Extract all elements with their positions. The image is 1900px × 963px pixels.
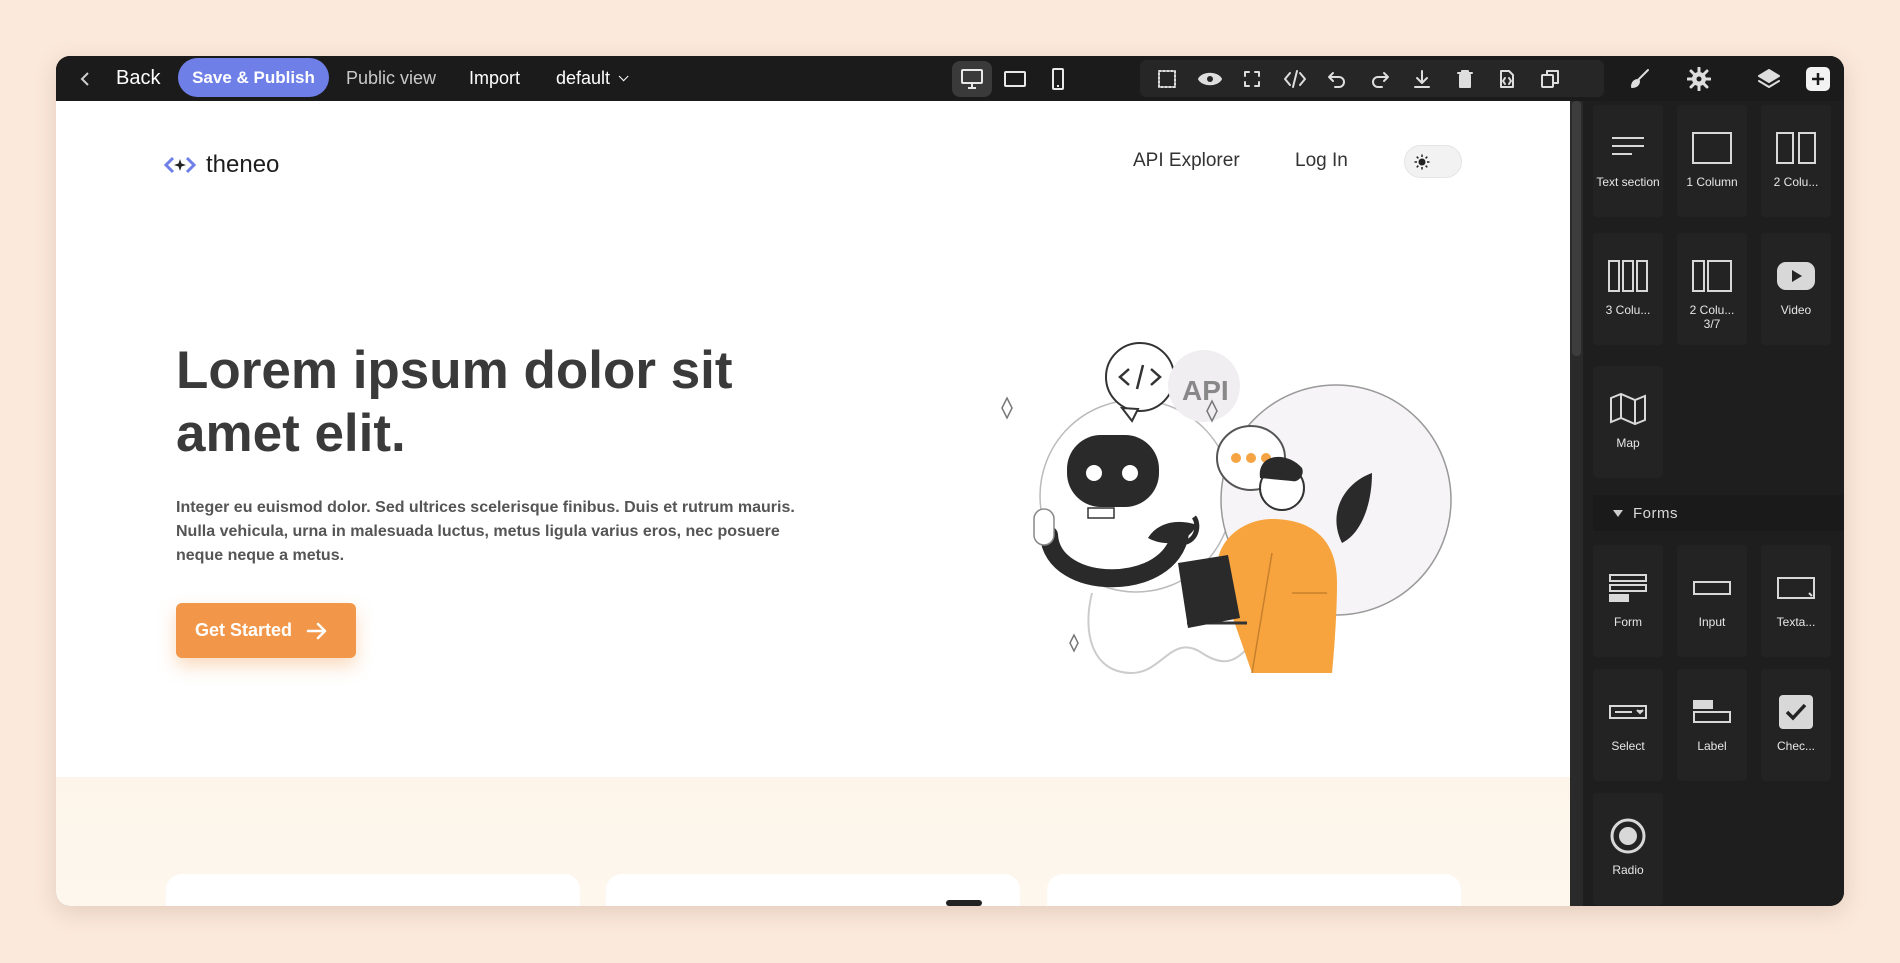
add-block-icon[interactable] [1806, 67, 1830, 91]
copy-icon[interactable] [1529, 60, 1572, 97]
nav-api-explorer[interactable]: API Explorer [1133, 150, 1240, 172]
layers-icon[interactable] [1746, 56, 1792, 101]
block-label-element[interactable]: Label [1677, 669, 1747, 781]
three-column-icon [1607, 253, 1649, 299]
block-2-columns[interactable]: 2 Colu... [1761, 105, 1831, 217]
feature-card[interactable] [166, 874, 580, 906]
select-box-icon[interactable] [1146, 60, 1189, 97]
get-started-label: Get Started [195, 620, 293, 640]
api-label: API [1182, 375, 1229, 406]
block-label: Select [1611, 739, 1645, 753]
block-label: Texta... [1776, 615, 1816, 629]
textarea-icon [1776, 565, 1816, 611]
block-label: 2 Colu... 3/7 [1689, 303, 1735, 331]
action-toolbar [1140, 60, 1604, 97]
block-label: Map [1616, 436, 1640, 450]
hero-illustration: API [1001, 342, 1452, 675]
two-column-37-icon [1691, 253, 1733, 299]
caret-down-icon [1613, 509, 1623, 517]
checkbox-icon [1778, 689, 1814, 735]
block-select[interactable]: Select [1593, 669, 1663, 781]
block-input[interactable]: Input [1677, 545, 1747, 657]
block-radio[interactable]: Radio [1593, 793, 1663, 905]
block-label: 3 Colu... [1605, 303, 1651, 317]
forms-category-label: Forms [1633, 504, 1678, 522]
block-textarea[interactable]: Texta... [1761, 545, 1831, 657]
block-label: 2 Colu... [1773, 175, 1819, 189]
form-icon [1608, 565, 1648, 611]
trash-icon[interactable] [1444, 60, 1487, 97]
blocks-panel: Text section 1 Column 2 Colu... 3 Colu..… [1570, 101, 1844, 906]
sun-icon [1413, 153, 1431, 171]
code-icon[interactable] [1274, 60, 1317, 97]
block-label: Video [1780, 303, 1812, 317]
download-icon[interactable] [1401, 60, 1444, 97]
logo-text: theneo [206, 151, 280, 178]
hero-description: Integer eu euismod dolor. Sed ultrices s… [176, 499, 795, 564]
arrow-right-icon [306, 622, 327, 639]
theme-select-label: default [556, 68, 611, 88]
block-form[interactable]: Form [1593, 545, 1663, 657]
panel-scroll-thumb[interactable] [1572, 101, 1581, 356]
eye-icon[interactable] [1189, 60, 1232, 97]
block-label: Label [1697, 739, 1727, 753]
radio-icon [1609, 813, 1647, 859]
block-label: Form [1614, 615, 1642, 629]
theneo-logo-icon [164, 156, 196, 174]
fullscreen-icon[interactable] [1231, 60, 1274, 97]
back-button[interactable]: Back [116, 56, 160, 101]
block-label: Input [1698, 615, 1726, 629]
paint-brush-icon[interactable] [1616, 56, 1662, 101]
two-column-icon [1775, 125, 1817, 171]
feature-card[interactable] [1047, 874, 1461, 906]
block-1-column[interactable]: 1 Column [1677, 105, 1747, 217]
map-icon [1609, 386, 1647, 432]
select-icon [1608, 689, 1648, 735]
panel-scrollbar[interactable] [1570, 101, 1583, 906]
undo-icon[interactable] [1316, 60, 1359, 97]
video-icon [1776, 253, 1816, 299]
tablet-icon[interactable] [995, 61, 1035, 97]
input-icon [1692, 565, 1732, 611]
device-switcher [952, 56, 1081, 101]
page-canvas[interactable]: theneo API Explorer Log In Lorem ipsum d… [56, 101, 1570, 906]
desktop-icon[interactable] [952, 60, 992, 97]
mobile-icon[interactable] [1038, 61, 1078, 97]
chevron-down-icon [618, 71, 629, 82]
block-text-section[interactable]: Text section [1593, 105, 1663, 217]
block-checkbox[interactable]: Chec... [1761, 669, 1831, 781]
block-label: Text section [1596, 175, 1660, 189]
block-map[interactable]: Map [1593, 366, 1663, 478]
card-handle [946, 900, 982, 906]
block-video[interactable]: Video [1761, 233, 1831, 345]
site-logo[interactable]: theneo [164, 151, 279, 179]
import-button[interactable]: Import [469, 56, 520, 101]
editor-window: Back Save & Publish Public view Import d… [56, 56, 1844, 906]
redo-icon[interactable] [1359, 60, 1402, 97]
block-label: Radio [1612, 863, 1644, 877]
forms-category-header[interactable]: Forms [1593, 495, 1844, 531]
label-icon [1692, 689, 1732, 735]
get-started-button[interactable]: Get Started [176, 603, 356, 658]
block-3-columns[interactable]: 3 Colu... [1593, 233, 1663, 345]
hero-title: Lorem ipsum dolor sit amet elit. [176, 341, 733, 463]
nav-log-in[interactable]: Log In [1295, 150, 1348, 172]
feature-card[interactable] [606, 874, 1020, 906]
one-column-icon [1691, 125, 1733, 171]
block-2-columns-37[interactable]: 2 Colu... 3/7 [1677, 233, 1747, 345]
features-section [56, 777, 1570, 906]
save-publish-button[interactable]: Save & Publish [178, 58, 329, 97]
block-label: Chec... [1776, 739, 1815, 753]
text-section-icon [1610, 125, 1646, 171]
theme-select[interactable]: default [556, 56, 629, 101]
theme-toggle[interactable] [1404, 145, 1462, 178]
block-label: 1 Column [1686, 175, 1738, 189]
public-view-button[interactable]: Public view [346, 56, 436, 101]
file-code-icon[interactable] [1486, 60, 1529, 97]
gear-icon[interactable] [1676, 56, 1722, 101]
back-chevron-icon[interactable] [80, 56, 96, 101]
top-toolbar: Back Save & Publish Public view Import d… [56, 56, 1844, 101]
